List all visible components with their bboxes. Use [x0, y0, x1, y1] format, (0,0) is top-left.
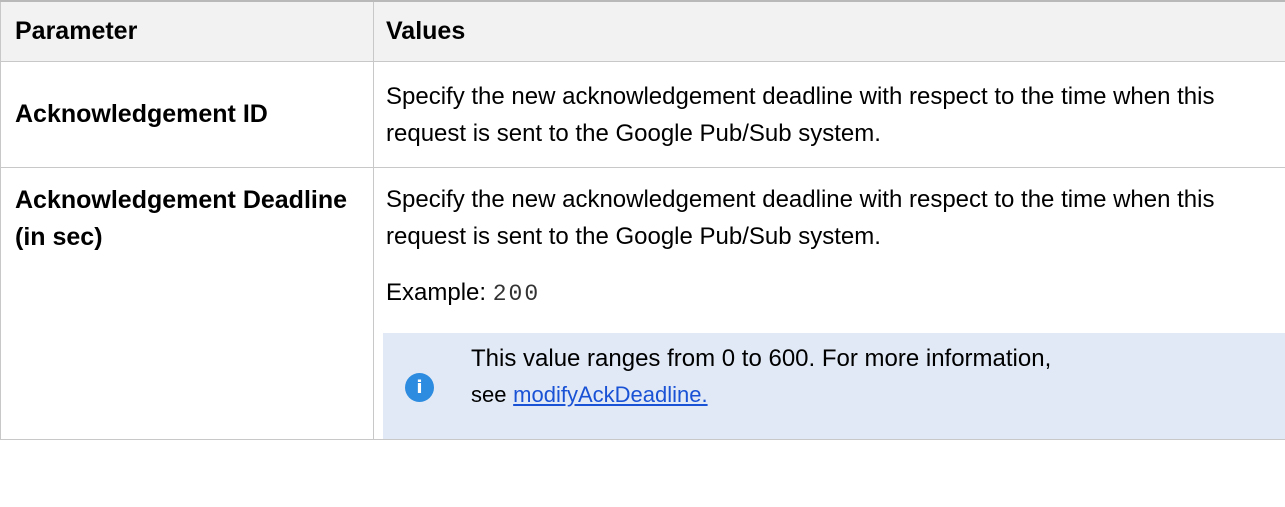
param-values-acknowledgement-id: Specify the new acknowledgement deadline…	[373, 61, 1285, 168]
table-header-row: Parameter Values	[0, 0, 1285, 62]
param-name-acknowledgement-id: Acknowledgement ID	[0, 61, 374, 168]
table-row: Acknowledgement ID Specify the new ackno…	[0, 61, 1285, 168]
modify-ack-deadline-link[interactable]: modifyAckDeadline.	[513, 382, 707, 407]
example-label: Example:	[386, 279, 487, 306]
param-values-acknowledgement-deadline: Specify the new acknowledgement deadline…	[373, 167, 1285, 440]
example-value: 200	[492, 281, 541, 307]
parameter-table: Parameter Values Acknowledgement ID Spec…	[0, 0, 1285, 440]
param-description: Specify the new acknowledgement deadline…	[386, 82, 1215, 147]
note-see-label: see	[471, 382, 507, 407]
note-body: This value ranges from 0 to 600. For mor…	[471, 345, 1052, 372]
param-name-acknowledgement-deadline: Acknowledgement Deadline (in sec)	[0, 167, 374, 440]
info-note: i This value ranges from 0 to 600. For m…	[383, 333, 1285, 439]
table-row: Acknowledgement Deadline (in sec) Specif…	[0, 167, 1285, 440]
info-icon: i	[405, 373, 434, 402]
example-line: Example: 200	[386, 274, 1285, 313]
param-description: Specify the new acknowledgement deadline…	[386, 186, 1215, 250]
param-name-label: Acknowledgement Deadline (in sec)	[15, 186, 348, 251]
header-parameter: Parameter	[0, 0, 374, 62]
header-values: Values	[373, 0, 1285, 62]
note-text: This value ranges from 0 to 600. For mor…	[471, 341, 1285, 413]
